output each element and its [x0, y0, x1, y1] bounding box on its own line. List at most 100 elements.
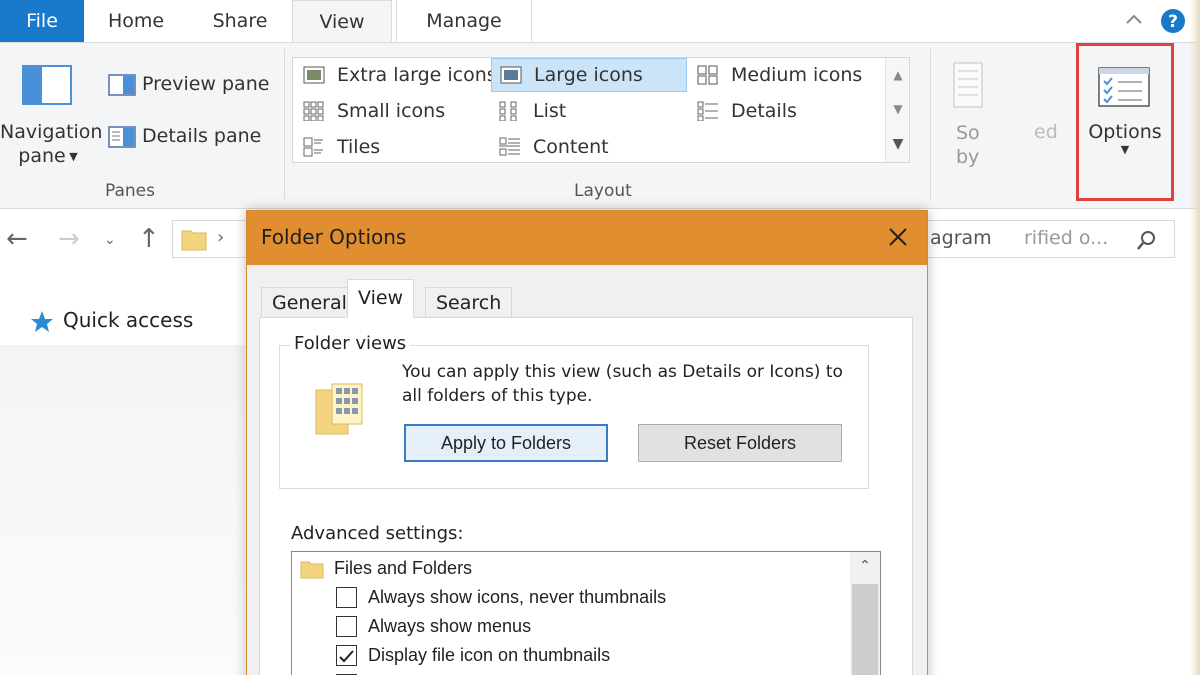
folder-icon: [300, 561, 324, 579]
search-text: agram: [930, 227, 992, 249]
search-text-2: rified o...: [1024, 227, 1109, 249]
extra-large-icons-icon: [303, 66, 325, 84]
reset-folders-button[interactable]: Reset Folders: [638, 424, 842, 462]
apply-to-folders-button[interactable]: Apply to Folders: [404, 424, 608, 462]
navigation-pane-label-2: pane: [18, 145, 66, 167]
gallery-expand-icon[interactable]: ▼: [886, 136, 910, 152]
sort-by-button[interactable]: So by: [956, 121, 980, 169]
layout-tiles[interactable]: Tiles: [295, 130, 380, 164]
layout-content[interactable]: Content: [491, 130, 609, 164]
up-arrow-icon[interactable]: ↑: [138, 224, 160, 254]
checkbox[interactable]: [336, 587, 357, 608]
options-label: Options: [1088, 121, 1162, 143]
dropdown-arrow-icon: ▼: [1120, 143, 1130, 156]
sort-by-label-2: by: [956, 146, 980, 168]
chevron-right-icon: ›: [217, 227, 225, 248]
ribbon: Navigation pane ▼ Preview pane Details p…: [0, 42, 1200, 209]
setting-label: Always show menus: [368, 616, 532, 636]
folder-views-group: Folder views You can apply this view (su…: [279, 333, 869, 489]
layout-item-label: Extra large icons: [337, 64, 497, 86]
tab-file[interactable]: File: [0, 0, 84, 42]
layout-list[interactable]: List: [491, 94, 566, 128]
panes-group-label: Panes: [105, 181, 155, 201]
tab-view[interactable]: View: [292, 0, 392, 43]
tab-manage[interactable]: Manage: [396, 0, 532, 42]
large-icons-icon: [500, 66, 522, 84]
layout-extra-large-icons[interactable]: Extra large icons: [295, 58, 497, 92]
dialog-title: Folder Options: [261, 225, 407, 249]
checkbox[interactable]: [336, 616, 357, 637]
details-pane-icon: [108, 126, 136, 148]
scroll-up-icon[interactable]: ⌃: [850, 558, 880, 574]
search-input[interactable]: agram rified o...: [925, 220, 1175, 258]
recent-locations-icon[interactable]: ⌄: [104, 232, 116, 248]
small-icons-icon: [303, 101, 324, 121]
quick-access-item[interactable]: Quick access: [63, 308, 193, 332]
layout-large-icons[interactable]: Large icons: [491, 58, 687, 92]
setting-display-file-icon[interactable]: Display file icon on thumbnails: [292, 641, 610, 670]
preview-pane-button[interactable]: Preview pane: [142, 73, 269, 95]
layout-item-label: Medium icons: [731, 64, 863, 86]
navigation-pane-icon: [22, 65, 72, 105]
search-icon[interactable]: [1136, 229, 1158, 251]
close-icon[interactable]: [883, 222, 913, 252]
layout-item-label: Content: [533, 136, 609, 158]
layout-item-label: Small icons: [337, 100, 446, 122]
scroll-down-icon[interactable]: ▼: [886, 102, 910, 116]
options-button[interactable]: Options ▼: [1080, 121, 1170, 156]
layout-medium-icons[interactable]: Medium icons: [689, 58, 862, 92]
help-icon[interactable]: ?: [1160, 8, 1186, 34]
svg-text:?: ?: [1168, 12, 1178, 32]
layout-item-label: List: [533, 100, 567, 122]
layout-details[interactable]: Details: [689, 94, 797, 128]
chevron-up-icon[interactable]: [1124, 12, 1144, 26]
preview-pane-icon: [108, 74, 136, 96]
ribbon-tab-bar: File Home Share View Manage ?: [0, 0, 1200, 43]
advanced-settings-list[interactable]: Files and Folders Always show icons, nev…: [291, 551, 881, 675]
dialog-title-bar[interactable]: Folder Options: [247, 211, 927, 265]
tiles-icon: [303, 137, 323, 157]
layout-group-label: Layout: [574, 181, 632, 201]
scrollbar-thumb[interactable]: [852, 584, 878, 675]
details-icon: [697, 101, 718, 121]
details-pane-button[interactable]: Details pane: [142, 125, 261, 147]
checkmark-icon: [339, 650, 354, 663]
setting-partial-row[interactable]: [292, 670, 368, 675]
window-edge: [1190, 0, 1200, 675]
tab-search[interactable]: Search: [425, 287, 513, 317]
checkbox-checked[interactable]: [336, 645, 357, 666]
advanced-settings-label: Advanced settings:: [291, 523, 464, 544]
tab-home[interactable]: Home: [96, 0, 176, 42]
gallery-scrollbar[interactable]: ▲ ▼ ▼: [885, 58, 909, 162]
setting-always-show-menus[interactable]: Always show menus: [292, 612, 531, 641]
layout-item-label: Details: [731, 100, 797, 122]
layout-small-icons[interactable]: Small icons: [295, 94, 445, 128]
tree-node-label: Files and Folders: [334, 558, 473, 578]
folder-icon: [181, 230, 207, 251]
star-icon: [31, 311, 53, 332]
scroll-up-icon[interactable]: ▲: [886, 68, 910, 82]
advanced-list-scrollbar[interactable]: ⌃: [850, 552, 880, 675]
forward-arrow-icon[interactable]: →: [58, 224, 80, 254]
tab-general[interactable]: General: [261, 287, 358, 317]
sort-by-icon: [953, 62, 983, 108]
medium-icons-icon: [697, 65, 718, 85]
layout-gallery: Extra large icons Large icons Medium ico…: [292, 57, 910, 163]
layout-item-label: Tiles: [337, 136, 381, 158]
tree-node-files-and-folders[interactable]: Files and Folders: [292, 554, 472, 583]
navigation-pane-label: Navigation: [0, 121, 103, 143]
address-bar[interactable]: ›: [172, 220, 250, 258]
options-icon: [1098, 67, 1150, 107]
navigation-pane-button[interactable]: Navigation pane ▼: [0, 121, 103, 167]
tab-view-dialog[interactable]: View: [347, 279, 415, 318]
content-icon: [499, 137, 520, 156]
setting-always-show-icons[interactable]: Always show icons, never thumbnails: [292, 583, 666, 612]
tab-share[interactable]: Share: [200, 0, 280, 42]
setting-label: Display file icon on thumbnails: [368, 645, 611, 665]
back-arrow-icon[interactable]: ←: [6, 224, 28, 254]
dropdown-arrow-icon: ▼: [65, 150, 78, 163]
layout-item-label: Large icons: [534, 64, 643, 86]
list-icon: [499, 101, 517, 121]
setting-label: Always show icons, never thumbnails: [368, 587, 667, 607]
folder-views-description: You can apply this view (such as Details…: [402, 362, 843, 406]
